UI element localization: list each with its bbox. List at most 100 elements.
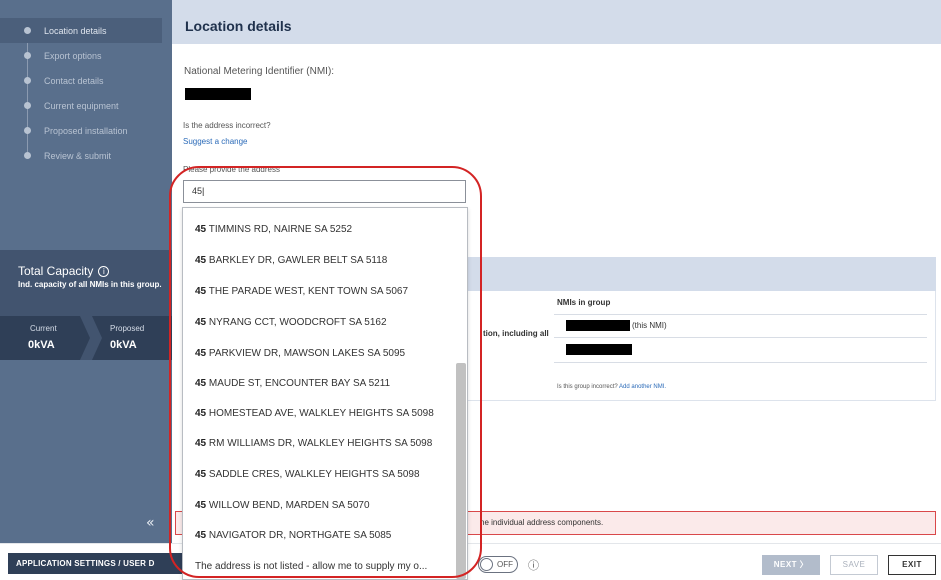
address-search-input[interactable]: 45| [183,180,466,203]
step-label: Contact details [44,75,104,86]
option-number: 45 [195,438,207,449]
address-input-value: 45 [192,186,203,196]
error-message-text: he individual address components. [480,518,604,527]
option-text: NAVIGATOR DR, NORTHGATE SA 5085 [208,530,392,541]
total-capacity-panel: Total Capacity i Ind. capacity of all NM… [0,250,172,360]
step-location-details[interactable]: Location details [0,18,162,43]
page-title: Location details [185,18,292,34]
step-review-submit[interactable]: Review & submit [0,143,172,168]
next-button[interactable]: NEXT 〉 [762,555,820,575]
option-text: RM WILLIAMS DR, WALKLEY HEIGHTS SA 5098 [208,438,433,449]
toggle-label: OFF [497,560,513,569]
address-option[interactable]: 45 NYRANG CCT, WOODCROFT SA 5162 [195,317,387,328]
redacted-nmi-value [566,344,632,355]
exit-button[interactable]: EXIT [888,555,936,575]
step-dot-icon [24,127,31,134]
nmi-group-panel [466,291,936,401]
suggest-change-link[interactable]: Suggest a change [183,137,248,146]
group-incorrect-label: Is this group incorrect? [557,384,618,390]
nmis-in-group-header: NMIs in group [557,298,611,307]
info-icon[interactable]: i [98,265,110,277]
next-label: NEXT [773,560,798,569]
proposed-capacity: Proposed 0kVA [110,324,144,351]
current-capacity: Current 0kVA [28,324,57,351]
chevron-right-icon: 〉 [799,560,809,569]
address-option[interactable]: 45 MAUDE ST, ENCOUNTER BAY SA 5211 [195,378,390,389]
add-another-nmi-link[interactable]: Add another NMI. [619,384,666,390]
group-description: tion, including all [483,329,549,338]
redacted-nmi-value [566,320,630,331]
dropdown-scrollbar[interactable] [456,363,466,579]
address-option[interactable]: 45 THE PARADE WEST, KENT TOWN SA 5067 [195,286,408,297]
table-divider [554,362,927,363]
step-dot-icon [24,152,31,159]
step-export-options[interactable]: Export options [0,43,172,68]
redacted-nmi-value [185,88,251,100]
step-label: Proposed installation [44,125,128,136]
toggle-knob [480,558,493,571]
group-incorrect-text: Is this group incorrect? Add another NMI… [557,384,666,390]
option-text: SADDLE CRES, WALKLEY HEIGHTS SA 5098 [208,469,420,480]
address-option[interactable]: 45 PARKVIEW DR, MAWSON LAKES SA 5095 [195,348,405,359]
capacity-values: Current 0kVA Proposed 0kVA [0,316,172,360]
step-dot-icon [24,27,31,34]
save-button[interactable]: SAVE [830,555,878,575]
option-number: 45 [195,408,207,419]
option-number: 45 [195,224,207,235]
option-text: MAUDE ST, ENCOUNTER BAY SA 5211 [208,378,391,389]
address-option[interactable]: 45 HOMESTEAD AVE, WALKLEY HEIGHTS SA 509… [195,408,434,419]
step-label: Location details [44,25,107,36]
step-dot-icon [24,52,31,59]
step-label: Export options [44,50,102,61]
current-capacity-value: 0kVA [28,339,55,351]
option-text: HOMESTEAD AVE, WALKLEY HEIGHTS SA 5098 [208,408,434,419]
option-number: 45 [195,348,207,359]
option-text: NYRANG CCT, WOODCROFT SA 5162 [208,317,387,328]
step-label: Review & submit [44,150,112,161]
option-text: THE PARADE WEST, KENT TOWN SA 5067 [208,286,409,297]
table-divider [554,314,927,315]
nmi-label: National Metering Identifier (NMI): [184,66,335,77]
this-nmi-label: (this NMI) [632,321,667,330]
total-capacity-title: Total Capacity i [18,264,110,278]
option-text: WILLOW BEND, MARDEN SA 5070 [208,500,370,511]
proposed-capacity-value: 0kVA [110,339,137,351]
address-option[interactable]: 45 SADDLE CRES, WALKLEY HEIGHTS SA 5098 [195,469,420,480]
address-option[interactable]: 45 TIMMINS RD, NAIRNE SA 5252 [195,224,352,235]
collapse-sidebar-icon[interactable]: « [146,515,155,531]
address-option[interactable]: 45 RM WILLIAMS DR, WALKLEY HEIGHTS SA 50… [195,438,432,449]
address-suggestions-dropdown: 45 TIMMINS RD, NAIRNE SA 5252 45 BARKLEY… [182,207,468,580]
toggle-switch[interactable]: OFF [478,556,518,573]
address-option[interactable]: 45 BARKLEY DR, GAWLER BELT SA 5118 [195,255,387,266]
option-number: 45 [195,469,207,480]
provide-address-label: Please provide the address [183,165,280,174]
option-number: 45 [195,500,207,511]
option-number: 45 [195,530,207,541]
step-label: Current equipment [44,100,119,111]
option-text: TIMMINS RD, NAIRNE SA 5252 [208,224,353,235]
info-icon[interactable]: ⓘ [528,557,539,573]
page-header: Location details [172,0,941,44]
step-contact-details[interactable]: Contact details [0,68,172,93]
option-number: 45 [195,378,207,389]
option-number: 45 [195,317,207,328]
total-capacity-label: Total Capacity [18,264,94,278]
proposed-capacity-label: Proposed [110,324,145,333]
address-not-listed-option[interactable]: The address is not listed - allow me to … [195,561,427,572]
application-settings-button[interactable]: APPLICATION SETTINGS / USER D [8,553,198,574]
address-option[interactable]: 45 WILLOW BEND, MARDEN SA 5070 [195,500,370,511]
sidebar: Location details Export options Contact … [0,0,172,543]
step-current-equipment[interactable]: Current equipment [0,93,172,118]
nmi-group-header [466,257,936,291]
step-dot-icon [24,102,31,109]
current-capacity-label: Current [30,324,57,333]
option-number: 45 [195,286,207,297]
chevron-divider-icon [80,316,102,360]
table-divider [554,337,927,338]
step-proposed-installation[interactable]: Proposed installation [0,118,172,143]
option-number: 45 [195,255,207,266]
option-text: BARKLEY DR, GAWLER BELT SA 5118 [208,255,388,266]
step-list: Location details Export options Contact … [0,18,172,168]
address-question: Is the address incorrect? [183,121,271,130]
address-option[interactable]: 45 NAVIGATOR DR, NORTHGATE SA 5085 [195,530,391,541]
